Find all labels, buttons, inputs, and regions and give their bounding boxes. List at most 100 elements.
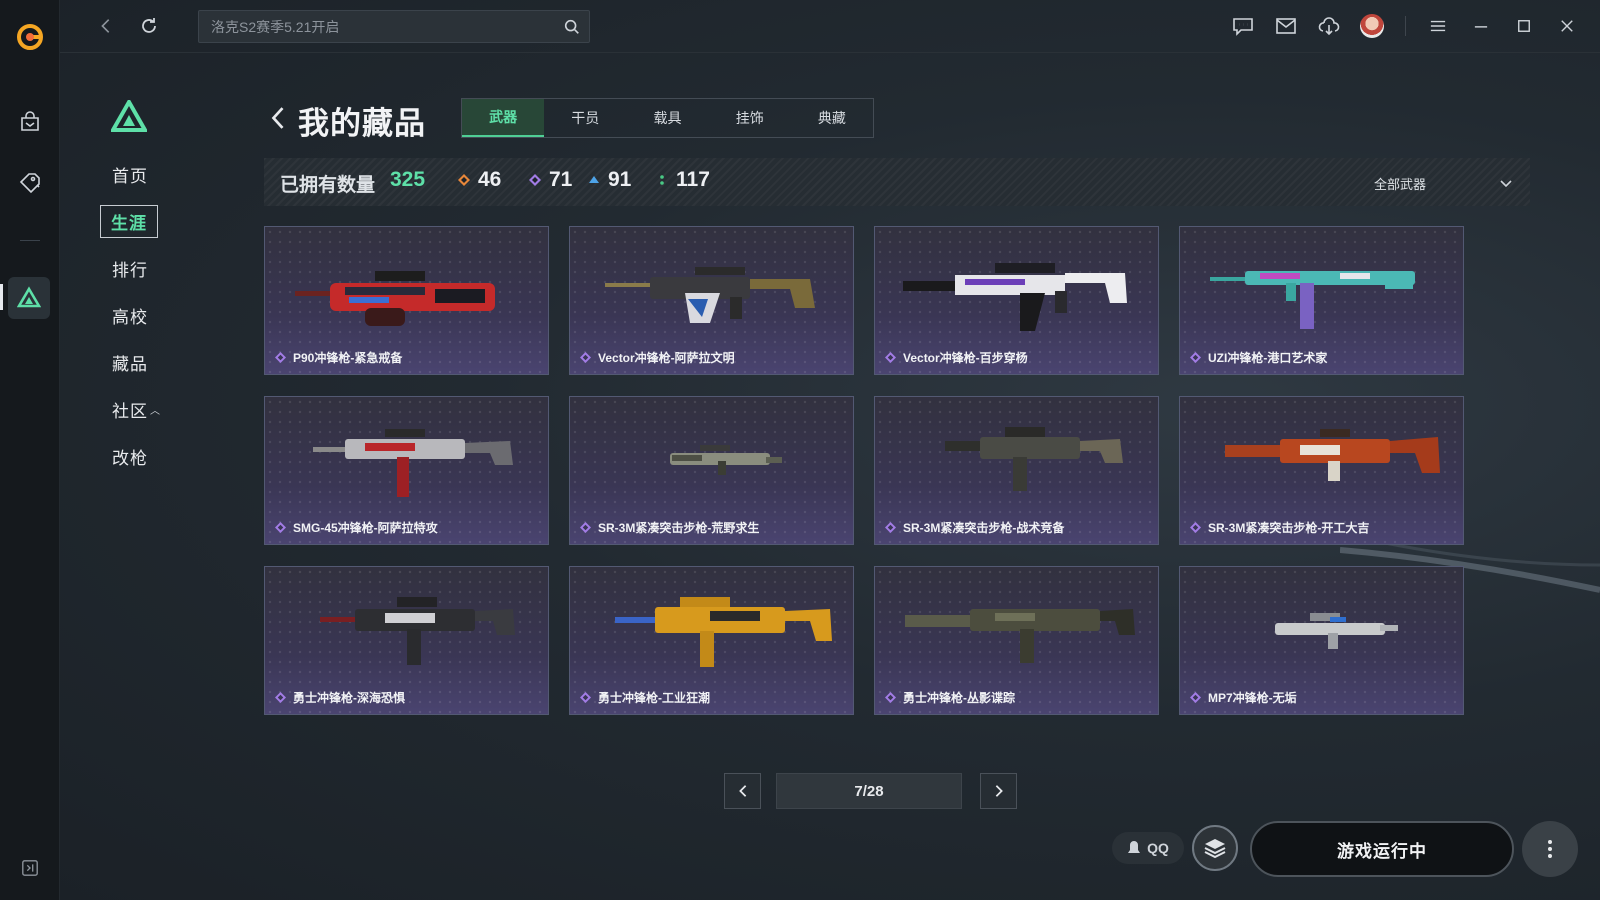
nav-career[interactable]: 生涯 [100, 205, 158, 238]
item-card[interactable]: 勇士冲锋枪-深海恐惧 [264, 566, 549, 715]
tab-collectibles[interactable]: 典藏 [791, 99, 873, 137]
tab-weapons[interactable]: 武器 [462, 99, 545, 137]
page-title: 我的藏品 [298, 106, 426, 141]
close-icon[interactable] [1552, 11, 1582, 41]
item-label: 勇士冲锋枪-工业狂潮 [580, 689, 710, 706]
item-card[interactable]: 勇士冲锋枪-工业狂潮 [569, 566, 854, 715]
nav-home[interactable]: 首页 [112, 162, 148, 187]
item-label: 勇士冲锋枪-深海恐惧 [275, 689, 405, 706]
warrior-smg-image [320, 597, 515, 665]
item-name: Vector冲锋枪-阿萨拉文明 [598, 351, 735, 365]
search-input[interactable] [199, 11, 589, 42]
next-page-button[interactable] [980, 773, 1017, 809]
collapse-rail-icon[interactable] [14, 852, 46, 884]
more-vertical-icon [1548, 840, 1552, 858]
item-name: UZI冲锋枪-港口艺术家 [1208, 351, 1328, 365]
mp7-weapon-image [1275, 613, 1398, 649]
item-card[interactable]: Vector冲锋枪-阿萨拉文明 [569, 226, 854, 375]
category-tabs: 武器 干员 载具 挂饰 典藏 [461, 98, 874, 138]
window-controls [1215, 11, 1582, 41]
page-back-icon[interactable] [267, 103, 289, 133]
refresh-icon[interactable] [137, 14, 161, 38]
item-label: SR-3M紧凑突击步枪-荒野求生 [580, 519, 759, 536]
delta-game-icon[interactable] [8, 277, 50, 319]
item-card[interactable]: 勇士冲锋枪-丛影谍踪 [874, 566, 1159, 715]
app-rail [0, 0, 60, 900]
chat-icon[interactable] [1228, 11, 1258, 41]
tab-operators[interactable]: 干员 [544, 99, 626, 137]
tab-charms[interactable]: 挂饰 [709, 99, 791, 137]
item-card[interactable]: Vector冲锋枪-百步穿杨 [874, 226, 1159, 375]
main-area: 首页 生涯 排行 高校 藏品 社区︿ 改枪 我的藏品 武器 干员 载具 挂饰 典… [60, 0, 1600, 900]
purple-rarity-icon [275, 522, 286, 533]
item-name: SR-3M紧凑突击步枪-开工大吉 [1208, 521, 1370, 535]
blue-rarity-icon [589, 176, 599, 183]
p90-weapon-image [295, 271, 495, 326]
search-icon[interactable] [563, 18, 581, 36]
item-label: SR-3M紧凑突击步枪-开工大吉 [1190, 519, 1369, 536]
nav-college[interactable]: 高校 [112, 303, 148, 328]
chevron-right-icon [995, 785, 1003, 797]
menu-icon[interactable] [1423, 11, 1453, 41]
item-name: SMG-45冲锋枪-阿萨拉特攻 [293, 521, 438, 535]
purple-rarity-icon [885, 352, 896, 363]
weapon-filter-dropdown[interactable]: 全部武器 [1374, 172, 1514, 194]
download-icon[interactable] [1314, 11, 1344, 41]
maximize-icon[interactable] [1509, 11, 1539, 41]
stat-orange: 46 [458, 168, 501, 192]
item-label: Vector冲锋枪-百步穿杨 [885, 349, 1028, 366]
item-label: SR-3M紧凑突击步枪-战术竞备 [885, 519, 1064, 536]
item-card[interactable]: SR-3M紧凑突击步枪-战术竞备 [874, 396, 1159, 545]
chevron-down-icon [1500, 180, 1512, 188]
stat-blue: 91 [588, 168, 631, 192]
item-name: MP7冲锋枪-无垢 [1208, 691, 1297, 705]
item-card[interactable]: SR-3M紧凑突击步枪-开工大吉 [1179, 396, 1464, 545]
nav-gunsmith[interactable]: 改枪 [112, 444, 148, 469]
more-options-button[interactable] [1522, 821, 1578, 877]
purple-rarity-icon [580, 692, 591, 703]
stat-purple-value: 71 [549, 168, 573, 191]
item-name: SR-3M紧凑突击步枪-战术竞备 [903, 521, 1065, 535]
store-bag-icon[interactable] [14, 106, 46, 138]
vector-weapon-image [605, 267, 815, 323]
layers-button[interactable] [1192, 825, 1238, 871]
item-card[interactable]: P90冲锋枪-紧急戒备 [264, 226, 549, 375]
delta-logo-icon [111, 100, 147, 132]
rail-active-indicator [0, 284, 3, 310]
tab-vehicles[interactable]: 载具 [626, 99, 708, 137]
item-card[interactable]: SR-3M紧凑突击步枪-荒野求生 [569, 396, 854, 545]
page-indicator: 7/28 [776, 773, 962, 809]
rail-divider [20, 240, 40, 241]
item-label: MP7冲锋枪-无垢 [1190, 689, 1297, 706]
sr3m-weapon-image [670, 445, 782, 475]
search-box[interactable] [198, 10, 590, 43]
item-label: Vector冲锋枪-阿萨拉文明 [580, 349, 735, 366]
game-tag-icon[interactable] [14, 166, 46, 198]
game-running-button[interactable]: 游戏运行中 [1250, 821, 1514, 877]
minimize-icon[interactable] [1466, 11, 1496, 41]
uzi-weapon-image [1210, 271, 1415, 329]
nav-collection[interactable]: 藏品 [112, 350, 148, 375]
purple-rarity-icon [580, 522, 591, 533]
item-card[interactable]: UZI冲锋枪-港口艺术家 [1179, 226, 1464, 375]
stat-blue-value: 91 [608, 168, 632, 191]
avatar[interactable] [1360, 14, 1384, 38]
owned-label: 已拥有数量 [280, 175, 376, 196]
prev-page-button[interactable] [724, 773, 761, 809]
app-logo-icon[interactable] [15, 22, 45, 52]
warrior-smg-image [615, 597, 832, 667]
purple-rarity-icon [580, 352, 591, 363]
nav-ranking[interactable]: 排行 [112, 256, 148, 281]
back-arrow-icon[interactable] [94, 14, 118, 38]
item-card[interactable]: SMG-45冲锋枪-阿萨拉特攻 [264, 396, 549, 545]
purple-rarity-icon [885, 522, 896, 533]
item-card[interactable]: MP7冲锋枪-无垢 [1179, 566, 1464, 715]
qq-button[interactable]: QQ [1112, 832, 1184, 864]
mail-icon[interactable] [1271, 11, 1301, 41]
nav-community[interactable]: 社区 ︿ [112, 397, 161, 422]
vector-weapon-image [903, 263, 1127, 331]
purple-rarity-icon [275, 692, 286, 703]
item-label: UZI冲锋枪-港口艺术家 [1190, 349, 1327, 366]
user-avatar[interactable] [1357, 11, 1387, 41]
sr3m-weapon-image [945, 427, 1123, 491]
